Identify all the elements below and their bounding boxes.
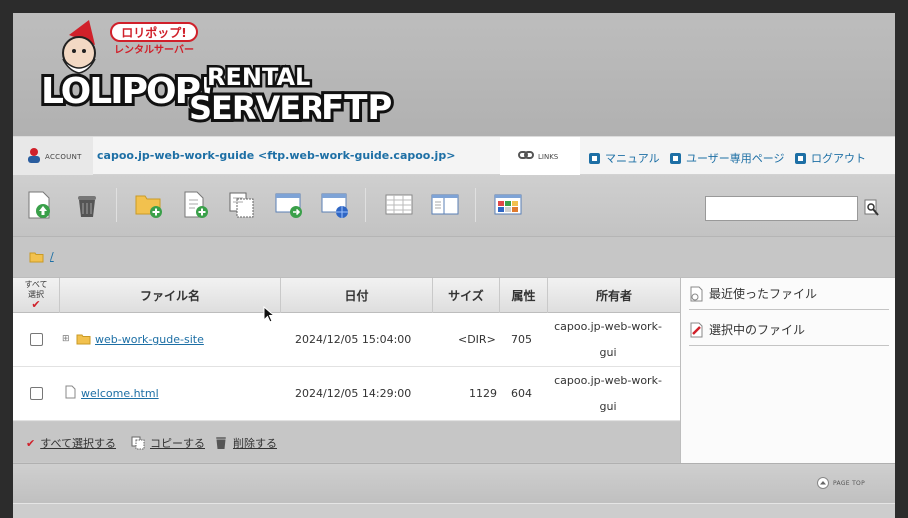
logo-server-text: SERVER — [189, 89, 324, 127]
row-checkbox[interactable] — [30, 387, 43, 400]
select-all-link[interactable]: ✔ すべて選択する — [26, 435, 116, 451]
logo-lolipop-text: LOLIPOP! — [41, 71, 213, 112]
user-icon — [28, 148, 40, 163]
file-size: 1129 — [469, 387, 497, 400]
copy-icon[interactable] — [227, 190, 257, 220]
account-label-box: ACCOUNT — [13, 137, 93, 175]
logo-rental-text: RENTAL — [207, 63, 310, 91]
table-row[interactable]: welcome.html 2024/12/05 14:29:00 1129 60… — [13, 367, 680, 439]
toolbar-separator — [365, 188, 366, 222]
links-label: LINKS — [538, 153, 559, 161]
arrow-up-icon — [817, 477, 829, 489]
page-top-link[interactable]: PAGE TOP — [817, 477, 865, 489]
account-bar: ACCOUNT capoo.jp-web-work-guide <ftp.web… — [13, 136, 895, 175]
row-checkbox[interactable] — [30, 333, 43, 346]
column-header-date[interactable]: 日付 — [281, 278, 433, 313]
file-date: 2024/12/05 14:29:00 — [295, 387, 412, 400]
mouse-cursor-icon — [263, 306, 275, 323]
breadcrumb-bar: / — [13, 237, 895, 277]
file-icon — [65, 385, 76, 399]
logo-ftp-text: FTP — [321, 88, 392, 128]
split-view-icon[interactable] — [430, 190, 460, 220]
table-row[interactable]: ⊞ web-work-gude-site 2024/12/05 15:04:00… — [13, 313, 680, 385]
folder-icon — [76, 334, 91, 345]
side-panel: 最近使ったファイル 選択中のファイル — [680, 277, 895, 463]
file-date: 2024/12/05 15:04:00 — [295, 333, 412, 346]
selected-files-item[interactable]: 選択中のファイル — [689, 314, 889, 346]
file-size: <DIR> — [458, 333, 496, 346]
breadcrumb-root-link[interactable]: / — [50, 250, 54, 263]
new-folder-icon[interactable] — [134, 190, 164, 220]
file-perm[interactable]: 604 — [511, 387, 532, 400]
nav-link-logout[interactable]: ログアウト — [795, 150, 866, 166]
breadcrumb: / — [29, 250, 54, 263]
bullet-icon — [589, 152, 600, 164]
bullet-icon — [795, 152, 806, 164]
column-header-size[interactable]: サイズ — [433, 278, 500, 313]
new-file-icon[interactable] — [181, 190, 211, 220]
logo-small-text: ロリポップ! — [121, 25, 186, 40]
mascot-icon — [62, 20, 96, 74]
footer-strip — [13, 503, 895, 518]
recent-file-icon — [690, 286, 703, 301]
table-header: すべて 選択 ✔ ファイル名 日付 サイズ 属性 所有者 — [13, 277, 680, 313]
trash-icon — [216, 437, 226, 449]
recent-files-item[interactable]: 最近使ったファイル — [689, 278, 889, 310]
checkmark-icon: ✔ — [26, 436, 36, 450]
link-chain-icon — [518, 151, 534, 159]
file-name-link[interactable]: web-work-gude-site — [95, 333, 204, 346]
trash-icon[interactable] — [72, 190, 102, 220]
upload-icon[interactable] — [25, 190, 55, 220]
links-label-box: LINKS — [500, 137, 580, 175]
bullet-icon — [670, 152, 681, 164]
copy-link[interactable]: コピーする — [131, 435, 205, 451]
column-header-perm[interactable]: 属性 — [500, 278, 548, 313]
thumbnail-view-icon[interactable] — [493, 190, 523, 220]
select-all-header[interactable]: すべて 選択 ✔ — [13, 278, 60, 313]
nav-link-manual[interactable]: マニュアル — [589, 150, 660, 166]
permission-icon[interactable] — [320, 190, 350, 220]
column-header-name[interactable]: ファイル名 — [60, 278, 281, 313]
file-name-link[interactable]: welcome.html — [81, 387, 159, 400]
header: ロリポップ! レンタルサーバー LOLIPOP! RENTAL SERVER F… — [13, 13, 895, 136]
folder-icon — [29, 252, 44, 262]
account-value: capoo.jp-web-work-guide <ftp.web-work-gu… — [97, 149, 456, 162]
search-icon[interactable] — [864, 199, 880, 217]
move-icon[interactable] — [274, 190, 304, 220]
bulk-actions-bar: ✔ すべて選択する コピーする 削除する — [13, 422, 680, 462]
expand-icon[interactable]: ⊞ — [62, 334, 70, 344]
toolbar-separator — [475, 188, 476, 222]
selected-file-icon — [690, 322, 703, 337]
list-view-icon[interactable] — [384, 190, 414, 220]
lolipop-ftp-logo[interactable]: ロリポップ! レンタルサーバー LOLIPOP! RENTAL SERVER F… — [29, 15, 409, 133]
delete-link[interactable]: 削除する — [214, 435, 277, 451]
file-perm[interactable]: 705 — [511, 333, 532, 346]
select-all-header-label: すべて 選択 — [24, 280, 48, 299]
checkmark-icon: ✔ — [31, 298, 41, 311]
copy-icon — [131, 436, 145, 450]
ftp-app: ロリポップ! レンタルサーバー LOLIPOP! RENTAL SERVER F… — [13, 13, 895, 518]
nav-link-user-page[interactable]: ユーザー専用ページ — [670, 150, 785, 166]
toolbar — [13, 175, 895, 237]
toolbar-separator — [116, 188, 117, 222]
search-input[interactable] — [705, 196, 858, 221]
window-top-bar — [0, 0, 908, 13]
logo-sub-text: レンタルサーバー — [114, 44, 194, 56]
footer: PAGE TOP — [13, 463, 895, 503]
column-header-owner[interactable]: 所有者 — [548, 278, 680, 313]
account-label: ACCOUNT — [45, 153, 82, 161]
